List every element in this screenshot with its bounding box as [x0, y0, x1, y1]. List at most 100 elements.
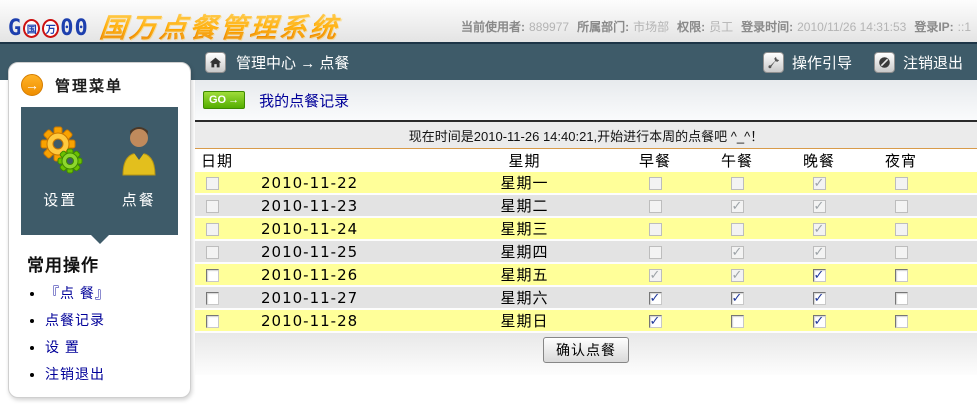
logout-icon[interactable]: [874, 52, 895, 73]
breakfast-checkbox: [649, 177, 662, 190]
user-info-value: 员工: [709, 20, 733, 34]
lunch-checkbox[interactable]: [731, 315, 744, 328]
sidebar-link[interactable]: 设 置: [45, 339, 80, 355]
confirm-order-button[interactable]: 确认点餐: [543, 337, 629, 363]
dinner-checkbox: [813, 246, 826, 259]
lunch-checkbox[interactable]: [731, 292, 744, 305]
table-row: 2010-11-25星期四: [195, 240, 977, 263]
sidebar-link-item: 『点 餐』: [45, 283, 190, 303]
col-header-dinner: 晚餐: [778, 149, 860, 172]
dinner-checkbox[interactable]: [813, 292, 826, 305]
sidebar-link[interactable]: 『点 餐』: [45, 285, 110, 301]
user-info-value: 市场部: [633, 20, 669, 34]
brand-title: 国万点餐管理系统: [98, 6, 342, 45]
breakfast-checkbox[interactable]: [649, 292, 662, 305]
dinner-checkbox[interactable]: [813, 315, 826, 328]
table-row: 2010-11-23星期二: [195, 194, 977, 217]
breakfast-checkbox: [649, 246, 662, 259]
date-cell: 2010-11-24: [229, 217, 435, 240]
user-info-value: ::1: [958, 20, 971, 34]
sidebar-link[interactable]: 点餐记录: [45, 312, 105, 328]
weekday-cell: 星期六: [435, 286, 614, 309]
logo-circle-wan: 万: [42, 19, 59, 38]
row-select-checkbox[interactable]: [206, 269, 219, 282]
table-row: 2010-11-28星期日: [195, 309, 977, 332]
weekday-cell: 星期三: [435, 217, 614, 240]
sidebar-item-settings[interactable]: 设置: [21, 107, 100, 235]
row-select-checkbox: [206, 223, 219, 236]
logo-circle-guo: 国: [23, 19, 40, 38]
order-table: 日期 星期 早餐 午餐 晚餐 夜宵 2010-11-22星期一2010-11-2…: [195, 149, 977, 333]
sidebar-link-list: 『点 餐』点餐记录设 置注销退出: [45, 283, 190, 384]
orange-arrow-icon: →: [21, 74, 43, 96]
user-info-bar: 当前使用者:889977所属部门:市场部权限:员工登录时间:2010/11/26…: [453, 18, 971, 35]
table-row: 2010-11-27星期六: [195, 286, 977, 309]
date-cell: 2010-11-26: [229, 263, 435, 286]
col-header-lunch: 午餐: [696, 149, 778, 172]
my-records-link[interactable]: 我的点餐记录: [259, 90, 349, 111]
dinner-checkbox: [813, 200, 826, 213]
sidebar-link-item: 设 置: [45, 337, 190, 357]
order-table-body: 2010-11-22星期一2010-11-23星期二2010-11-24星期三2…: [195, 172, 977, 332]
logout-link[interactable]: 注销退出: [903, 52, 963, 73]
row-select-checkbox[interactable]: [206, 292, 219, 305]
dinner-checkbox[interactable]: [813, 269, 826, 282]
row-select-checkbox[interactable]: [206, 315, 219, 328]
sidebar-section-title: 常用操作: [27, 251, 190, 276]
col-header-nightsnack: 夜宵: [860, 149, 942, 172]
user-info-value: 889977: [529, 20, 569, 34]
go-button-label: GO: [209, 94, 226, 106]
breadcrumb-arrow: →: [300, 55, 315, 72]
sidebar-quick-icons: 设置 点餐: [21, 107, 178, 235]
lunch-checkbox: [731, 200, 744, 213]
col-header-breakfast: 早餐: [614, 149, 696, 172]
wrench-icon[interactable]: [763, 52, 784, 73]
sidebar-link[interactable]: 注销退出: [45, 366, 105, 382]
col-header-weekday: 星期: [435, 149, 614, 172]
nightsnack-checkbox[interactable]: [895, 292, 908, 305]
table-row: 2010-11-26星期五: [195, 263, 977, 286]
home-icon[interactable]: [205, 52, 226, 73]
breakfast-checkbox[interactable]: [649, 315, 662, 328]
nightsnack-checkbox: [895, 200, 908, 213]
company-logo: G 国 万 00: [8, 16, 89, 41]
top-header-bar: G 国 万 00 国万点餐管理系统 当前使用者:889977所属部门:市场部权限…: [0, 0, 977, 44]
row-select-checkbox: [206, 200, 219, 213]
sidebar-item-settings-label: 设置: [43, 192, 77, 209]
breadcrumb-root[interactable]: 管理中心: [236, 55, 296, 72]
go-button[interactable]: GO →: [203, 91, 245, 109]
user-info-label: 登录时间:: [741, 20, 793, 34]
user-info-label: 当前使用者:: [461, 20, 525, 34]
weekday-cell: 星期一: [435, 172, 614, 194]
date-cell: 2010-11-23: [229, 194, 435, 217]
col-header-date: 日期: [195, 149, 435, 172]
gears-icon: [34, 123, 86, 179]
dinner-checkbox: [813, 177, 826, 190]
nightsnack-checkbox: [895, 177, 908, 190]
sidebar-title: 管理菜单: [55, 75, 123, 96]
nightsnack-checkbox: [895, 223, 908, 236]
sidebar-panel: → 管理菜单: [8, 62, 191, 398]
notice-bar: 现在时间是2010-11-26 14:40:21,开始进行本周的点餐吧 ^_^！: [195, 120, 977, 149]
date-cell: 2010-11-27: [229, 286, 435, 309]
lunch-checkbox: [731, 246, 744, 259]
sidebar-link-item: 注销退出: [45, 364, 190, 384]
weekday-cell: 星期四: [435, 240, 614, 263]
row-select-checkbox: [206, 177, 219, 190]
nightsnack-checkbox[interactable]: [895, 315, 908, 328]
breakfast-checkbox: [649, 223, 662, 236]
sidebar-item-order[interactable]: 点餐: [100, 107, 179, 235]
date-cell: 2010-11-28: [229, 309, 435, 332]
lunch-checkbox: [731, 177, 744, 190]
breadcrumb-current: 点餐: [319, 55, 349, 72]
nightsnack-checkbox[interactable]: [895, 269, 908, 282]
guide-link[interactable]: 操作引导: [792, 52, 852, 73]
table-header-row: 日期 星期 早餐 午餐 晚餐 夜宵: [195, 149, 977, 172]
table-row: 2010-11-22星期一: [195, 172, 977, 194]
records-toolbar: GO → 我的点餐记录: [195, 80, 977, 120]
sidebar-link-item: 点餐记录: [45, 310, 190, 330]
user-info-value: 2010/11/26 14:31:53: [797, 20, 906, 34]
sidebar-item-order-label: 点餐: [122, 192, 156, 209]
user-info-label: 权限:: [677, 20, 705, 34]
lunch-checkbox: [731, 269, 744, 282]
